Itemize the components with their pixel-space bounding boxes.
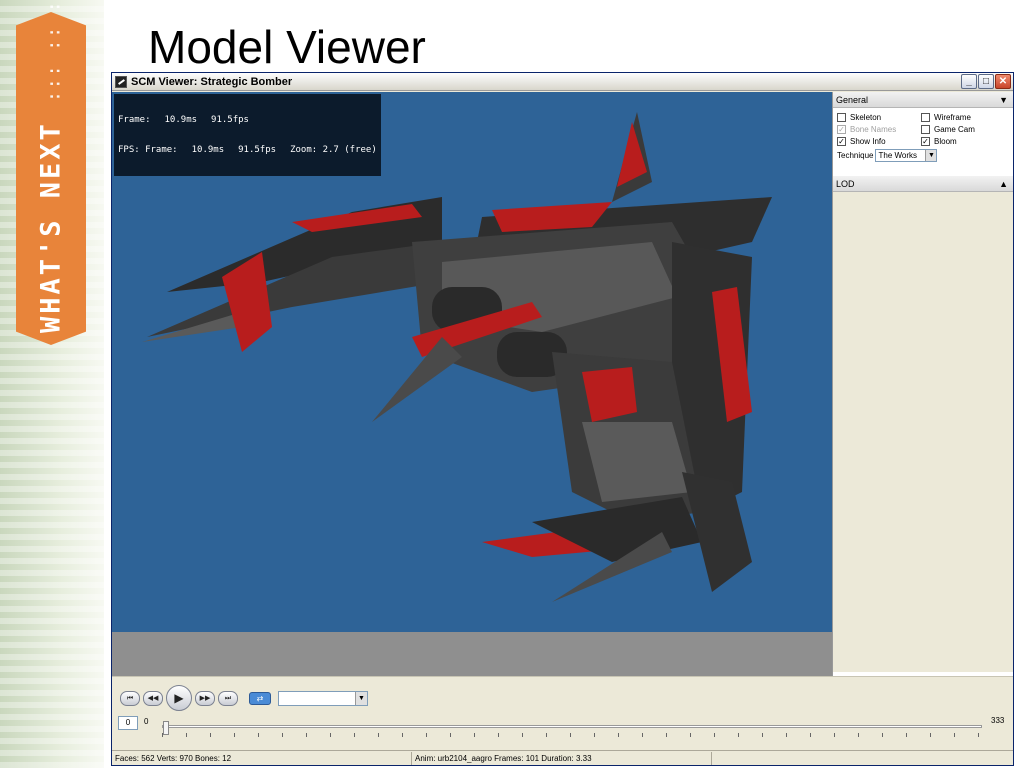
- play-icon: ▶: [174, 691, 184, 705]
- status-model-stats: Faces: 562 Verts: 970 Bones: 12: [112, 751, 412, 765]
- window-controls: _ □ ✕: [961, 74, 1011, 89]
- range-max-label: 333: [991, 716, 1005, 725]
- option-label: Skeleton: [850, 113, 882, 122]
- option-label: Show Info: [850, 137, 886, 146]
- animation-controls: ⏮ ◀◀ ▶ ▶▶ ⏭ ⇄ ▼ 0 0 333: [112, 676, 1013, 750]
- loop-icon: ⇄: [256, 693, 264, 703]
- chevron-down-icon: ▼: [925, 150, 937, 161]
- fps-ms: 10.9ms: [191, 145, 225, 155]
- technique-value: The Works: [878, 151, 918, 160]
- fast-forward-button[interactable]: ▶▶: [195, 690, 215, 706]
- option-label: Wireframe: [934, 113, 971, 122]
- banner-sub-text: ::: :: :: ::GDC:06: [44, 0, 65, 102]
- option-bloom[interactable]: ✓ Bloom: [921, 136, 1005, 147]
- gdc-banner-text: WHAT'S NEXT ::: :: :: ::GDC:06: [35, 0, 67, 333]
- timeline-track: [162, 725, 982, 728]
- rewind-button[interactable]: ◀◀: [143, 690, 163, 706]
- app-icon: [115, 75, 127, 88]
- option-label: Bloom: [934, 137, 957, 146]
- frame-label: Frame:: [118, 115, 151, 125]
- option-bone-names: ✓ Bone Names: [837, 124, 921, 135]
- lod-panel-body: [833, 192, 1013, 672]
- option-game-cam[interactable]: Game Cam: [921, 124, 1005, 135]
- loop-button[interactable]: ⇄: [249, 691, 271, 705]
- technique-select[interactable]: The Works ▼: [875, 149, 938, 162]
- range-min-label: 0: [144, 717, 149, 726]
- window-title: SCM Viewer: Strategic Bomber: [131, 75, 293, 88]
- rewind-icon: ◀◀: [147, 694, 159, 702]
- general-panel-body: Skeleton Wireframe ✓ Bone Names Game Cam ✓ Sho…: [833, 108, 1013, 176]
- status-bar: Faces: 562 Verts: 970 Bones: 12 Anim: ur…: [112, 750, 1013, 765]
- skip-to-start-button[interactable]: ⏮: [120, 690, 140, 706]
- transport-controls: ⏮ ◀◀ ▶ ▶▶ ⏭ ⇄ ▼: [120, 685, 368, 711]
- timeline-slider[interactable]: [162, 721, 982, 737]
- option-label: Game Cam: [934, 125, 975, 134]
- frame-fps: 91.5fps: [211, 115, 249, 125]
- checkbox[interactable]: ✓: [837, 137, 846, 146]
- banner-main-text: WHAT'S NEXT: [35, 121, 67, 333]
- slide: WHAT'S NEXT ::: :: :: ::GDC:06 Model Vie…: [0, 0, 1024, 768]
- option-label: Bone Names: [850, 125, 897, 134]
- play-button[interactable]: ▶: [166, 685, 192, 711]
- zoom-readout: Zoom: 2.7 (free): [290, 145, 377, 155]
- skip-to-start-icon: ⏮: [126, 694, 134, 702]
- minimize-button[interactable]: _: [961, 74, 977, 89]
- triangle-up-icon[interactable]: ▲: [999, 179, 1008, 189]
- timeline-ticks: [162, 733, 982, 737]
- animation-select[interactable]: ▼: [278, 690, 368, 706]
- option-show-info[interactable]: ✓ Show Info: [837, 136, 921, 147]
- fps-fps: 91.5fps: [238, 145, 277, 155]
- lod-panel-header[interactable]: LOD ▲: [833, 176, 1013, 192]
- render-info-overlay: Frame: 10.9ms 91.5fps FPS: Frame: 10.9ms 91.…: [114, 94, 381, 176]
- fps-label: FPS: Frame:: [118, 145, 178, 155]
- option-wireframe[interactable]: Wireframe: [921, 112, 1005, 123]
- general-panel-header[interactable]: General ▼: [833, 92, 1013, 108]
- skip-to-end-button[interactable]: ⏭: [218, 690, 238, 706]
- checkbox[interactable]: [921, 125, 930, 134]
- options-grid: Skeleton Wireframe ✓ Bone Names Game Cam ✓ Sho…: [837, 112, 1009, 147]
- fast-forward-icon: ▶▶: [199, 694, 211, 702]
- technique-row: Technique The Works ▼: [837, 149, 1009, 162]
- 3d-viewport[interactable]: Frame: 10.9ms 91.5fps FPS: Frame: 10.9ms 91.…: [112, 92, 832, 632]
- viewport-ground-band: [112, 632, 832, 676]
- technique-label: Technique: [837, 151, 874, 160]
- close-button[interactable]: ✕: [995, 74, 1011, 89]
- frame-ms: 10.9ms: [164, 115, 198, 125]
- general-header-label: General: [836, 94, 869, 105]
- timeline-thumb[interactable]: [163, 721, 169, 735]
- side-panel: General ▼ Skeleton Wireframe ✓ Bone Names Ga…: [832, 92, 1013, 676]
- checkbox[interactable]: [921, 113, 930, 122]
- checkbox: ✓: [837, 125, 846, 134]
- checkbox[interactable]: ✓: [921, 137, 930, 146]
- status-extra: [712, 752, 1013, 765]
- status-anim-info: Anim: urb2104_aagro Frames: 101 Duration…: [412, 751, 712, 765]
- skip-to-end-icon: ⏭: [224, 694, 232, 702]
- nose-spike: [372, 337, 462, 422]
- window-titlebar[interactable]: SCM Viewer: Strategic Bomber _ □ ✕: [112, 73, 1013, 91]
- current-frame-field[interactable]: 0: [118, 716, 138, 730]
- maximize-button[interactable]: □: [978, 74, 994, 89]
- scm-viewer-window: SCM Viewer: Strategic Bomber _ □ ✕ Frame…: [111, 72, 1014, 766]
- lod-header-label: LOD: [836, 178, 855, 189]
- checkbox[interactable]: [837, 113, 846, 122]
- slide-title: Model Viewer: [148, 21, 426, 73]
- option-skeleton[interactable]: Skeleton: [837, 112, 921, 123]
- triangle-down-icon[interactable]: ▼: [999, 95, 1008, 105]
- chevron-down-icon: ▼: [355, 691, 367, 705]
